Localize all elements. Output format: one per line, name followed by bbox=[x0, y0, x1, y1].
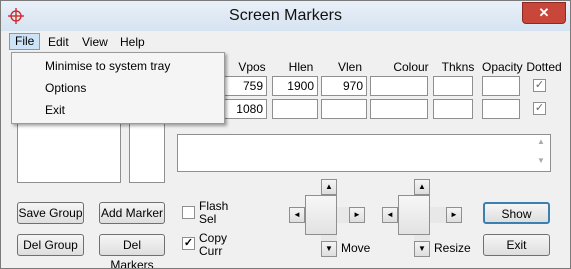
resize-thumb[interactable] bbox=[398, 195, 430, 235]
header-colour: Colour bbox=[393, 60, 429, 74]
flash-sel-label-2: Sel bbox=[199, 212, 217, 226]
menu-view[interactable]: View bbox=[77, 34, 113, 51]
dotted-checkbox-row2[interactable]: ✓ bbox=[533, 102, 546, 115]
vpos-input-row1[interactable]: 759 bbox=[223, 76, 267, 96]
notes-scroll-up-icon[interactable]: ▲ bbox=[533, 135, 549, 151]
del-markers-button[interactable]: Del Markers bbox=[99, 234, 165, 268]
resize-up-icon[interactable]: ▲ bbox=[414, 179, 430, 195]
vpos-input-row2[interactable]: 1080 bbox=[223, 99, 267, 119]
colour-input-row1[interactable] bbox=[370, 76, 428, 96]
screen-markers-window: Screen Markers ✕ File Edit View Help Min… bbox=[0, 0, 571, 269]
copy-curr-label-2: Curr bbox=[199, 244, 223, 258]
colour-input-row2[interactable] bbox=[370, 99, 428, 119]
notes-textbox[interactable] bbox=[177, 134, 551, 172]
exit-button[interactable]: Exit bbox=[483, 234, 550, 256]
add-marker-button[interactable]: Add Marker bbox=[99, 202, 165, 224]
header-hlen: Hlen bbox=[288, 60, 314, 74]
thkns-input-row1[interactable] bbox=[433, 76, 473, 96]
menu-item-exit[interactable]: Exit bbox=[45, 103, 65, 117]
del-group-button[interactable]: Del Group bbox=[17, 234, 84, 256]
move-label: Move bbox=[341, 241, 371, 255]
header-vlen: Vlen bbox=[337, 60, 363, 74]
resize-down-icon[interactable]: ▼ bbox=[414, 241, 430, 257]
menu-file[interactable]: File bbox=[9, 33, 41, 50]
save-group-button[interactable]: Save Group bbox=[17, 202, 84, 224]
menu-item-minimise-to-tray[interactable]: Minimise to system tray bbox=[45, 59, 170, 73]
vlen-input-row1[interactable]: 970 bbox=[321, 76, 367, 96]
header-opacity: Opacity bbox=[482, 60, 523, 74]
move-up-icon[interactable]: ▲ bbox=[321, 179, 337, 195]
close-button[interactable]: ✕ bbox=[522, 2, 566, 24]
file-menu-dropdown: Minimise to system tray Options Exit bbox=[11, 52, 225, 124]
menu-help[interactable]: Help bbox=[115, 34, 150, 51]
opacity-input-row1[interactable] bbox=[482, 76, 520, 96]
header-thkns: Thkns bbox=[441, 60, 475, 74]
move-right-icon[interactable]: ► bbox=[349, 207, 365, 223]
move-down-icon[interactable]: ▼ bbox=[321, 241, 337, 257]
hlen-input-row2[interactable] bbox=[272, 99, 318, 119]
show-button[interactable]: Show bbox=[483, 202, 550, 224]
menu-item-options[interactable]: Options bbox=[45, 81, 86, 95]
header-dotted: Dotted bbox=[526, 60, 562, 74]
menu-edit[interactable]: Edit bbox=[43, 34, 74, 51]
notes-scroll-down-icon[interactable]: ▼ bbox=[533, 154, 549, 170]
resize-left-icon[interactable]: ◄ bbox=[382, 207, 398, 223]
resize-right-icon[interactable]: ► bbox=[446, 207, 462, 223]
dotted-checkbox-row1[interactable]: ✓ bbox=[533, 79, 546, 92]
opacity-input-row2[interactable] bbox=[482, 99, 520, 119]
copy-curr-label-1: Copy bbox=[199, 231, 228, 245]
vlen-input-row2[interactable] bbox=[321, 99, 367, 119]
move-thumb[interactable] bbox=[305, 195, 337, 235]
move-left-icon[interactable]: ◄ bbox=[289, 207, 305, 223]
hlen-input-row1[interactable]: 1900 bbox=[272, 76, 318, 96]
flash-sel-label-1: Flash bbox=[199, 199, 229, 213]
menu-bar: File Edit View Help bbox=[1, 32, 570, 52]
header-vpos: Vpos bbox=[238, 60, 266, 74]
copy-curr-checkbox[interactable]: ✓ bbox=[182, 237, 195, 250]
thkns-input-row2[interactable] bbox=[433, 99, 473, 119]
title-bar[interactable]: Screen Markers ✕ bbox=[1, 1, 570, 31]
flash-sel-checkbox[interactable] bbox=[182, 206, 195, 219]
resize-label: Resize bbox=[434, 241, 471, 255]
window-title: Screen Markers bbox=[229, 7, 342, 24]
